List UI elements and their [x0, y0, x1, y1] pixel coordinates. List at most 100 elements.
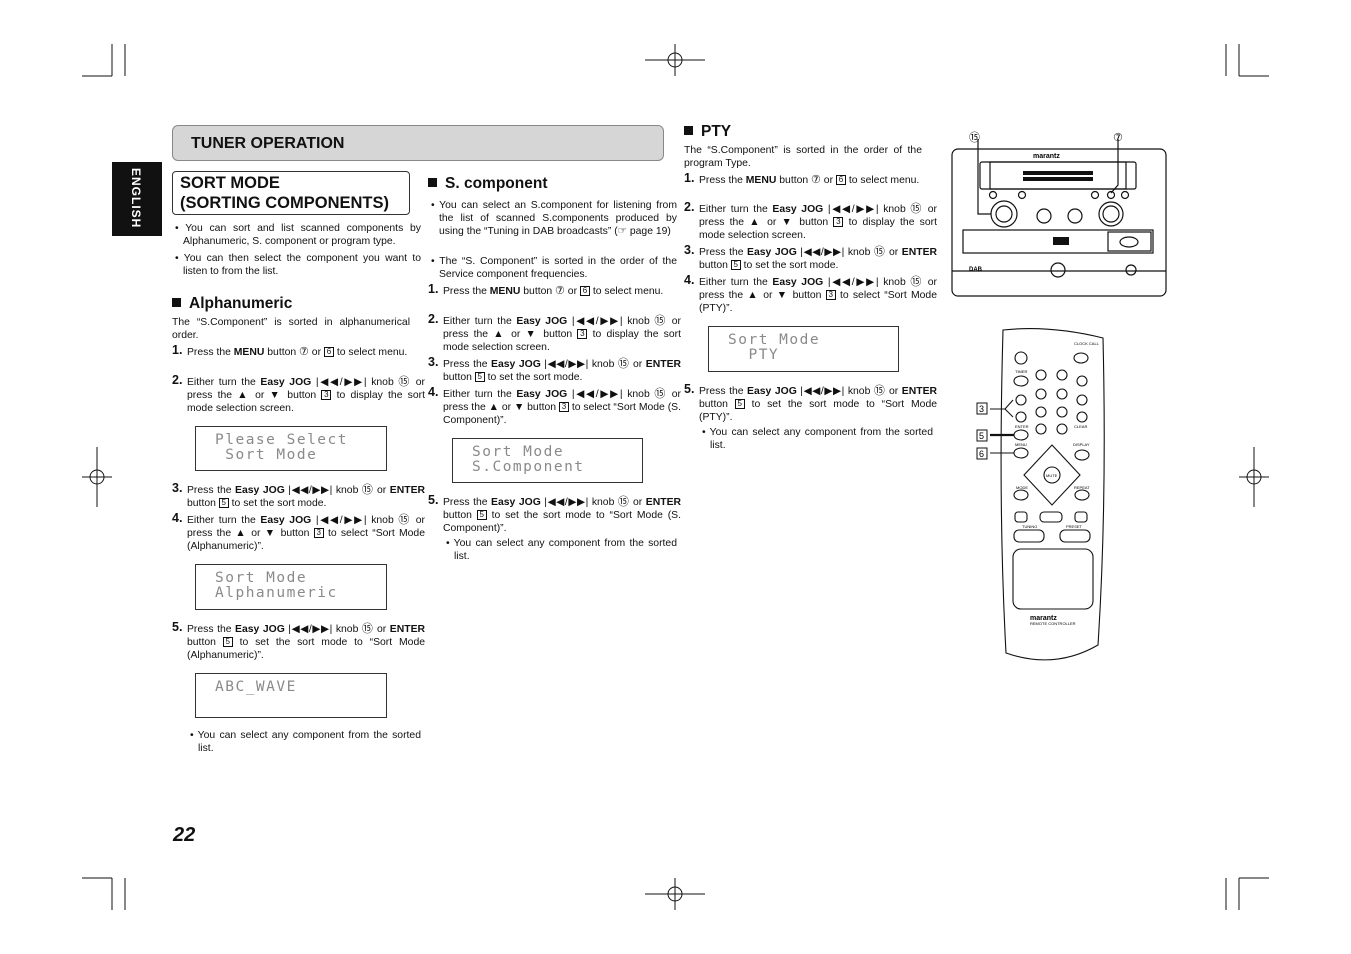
callout-number: ⑮	[617, 496, 630, 508]
text-run: button	[776, 175, 812, 186]
control-name: Easy JOG	[491, 359, 541, 370]
text-run: or	[373, 624, 390, 635]
callout-number: ⑮	[398, 376, 412, 388]
control-name: ENTER	[389, 624, 426, 635]
step-number: 4.	[684, 273, 695, 287]
step-text: Either turn the Easy JOG |◀◀/▶▶| knob ⑮ …	[187, 376, 425, 414]
text-run: Either turn the	[699, 277, 773, 288]
control-name: Easy JOG	[747, 247, 797, 258]
section-header-label: TUNER OPERATION	[191, 135, 345, 152]
callout-number: ⑮	[873, 385, 886, 397]
step-number: 2.	[684, 200, 695, 214]
step-text: Press the Easy JOG |◀◀/▶▶| knob ⑮ or ENT…	[443, 358, 681, 383]
remote-callout-number: 3	[577, 329, 588, 339]
lcd-display: ABC_WAVE	[195, 673, 387, 718]
remote-key-label: DISPLAY	[1073, 442, 1090, 447]
step: 5. Press the Easy JOG |◀◀/▶▶| knob ⑮ or E…	[172, 621, 426, 662]
page-number: 22	[173, 824, 196, 846]
text-run: or	[629, 497, 646, 508]
heading-text: PTY	[701, 123, 732, 140]
callout-7: ⑦	[1113, 131, 1123, 144]
control-name: Easy JOG	[491, 497, 541, 508]
step-text: Press the MENU button ⑦ or 6 to select m…	[187, 346, 407, 358]
text-run: Press the	[699, 247, 748, 258]
step: 4. Either turn the Easy JOG |◀◀/▶▶| knob …	[684, 273, 937, 315]
callout-number: ⑮	[361, 623, 374, 635]
step: 5. Press the Easy JOG |◀◀/▶▶| knob ⑮ or E…	[428, 494, 681, 535]
main-unit-illustration: marantz ⑮ ⑦ DAB	[951, 131, 1167, 297]
remote-key-label: REPEAT	[1074, 485, 1090, 490]
callout-number: ⑮	[910, 276, 924, 288]
text-run: |◀◀/▶▶| knob	[284, 624, 362, 635]
step-text: Press the MENU button ⑦ or 6 to select m…	[443, 285, 664, 297]
step-number: 4.	[172, 511, 183, 525]
text-run: Either turn the	[187, 377, 261, 388]
text-run: |◀◀/▶▶| knob	[567, 389, 655, 400]
remote-callout-number: 3	[321, 390, 332, 400]
text-run: Press the	[187, 347, 234, 358]
text-run: |◀◀/▶▶| knob	[823, 204, 911, 215]
step-text: Either turn the Easy JOG |◀◀/▶▶| knob ⑮ …	[699, 276, 937, 314]
step: 2. Either turn the Easy JOG |◀◀/▶▶| knob …	[428, 313, 681, 354]
text-run: button	[443, 372, 475, 383]
remote-key-label: CLEAR	[1074, 424, 1087, 429]
step-text: Press the Easy JOG |◀◀/▶▶| knob ⑮ or ENT…	[187, 623, 426, 661]
remote-callout-number: 5	[474, 372, 485, 382]
callout-number: ⑦	[299, 346, 309, 358]
callout-number: ⑮	[361, 484, 374, 496]
page-title-line2: (SORTING COMPONENTS)	[180, 194, 389, 212]
lcd-display: Please Select Sort Mode	[195, 426, 387, 471]
control-name: Easy JOG	[747, 386, 797, 397]
lcd-display: Sort Mode S.Component	[452, 438, 643, 483]
remote-callout-number: 5	[730, 260, 741, 270]
text-run: to set the sort mode.	[740, 260, 839, 271]
dab-logo: DAB	[969, 267, 983, 273]
step-text: Either turn the Easy JOG |◀◀/▶▶| knob ⑮ …	[443, 315, 681, 353]
step-number: 1.	[684, 171, 695, 185]
remote-callout-number: 6	[835, 175, 846, 185]
lcd-display: Sort Mode PTY	[708, 326, 899, 372]
text-run: |◀◀/▶▶| knob	[311, 515, 399, 526]
step-number: 1.	[428, 282, 439, 296]
page-title: SORT MODE (SORTING COMPONENTS)	[172, 171, 410, 215]
text-run: to select menu.	[589, 286, 664, 297]
remote-key-label: ENTER	[1015, 424, 1029, 429]
text-run: button	[187, 637, 223, 648]
remote-callout-number: 3	[825, 290, 836, 300]
step-number: 4.	[428, 385, 439, 399]
text-run: |◀◀/▶▶| knob	[311, 377, 399, 388]
step-text: Either turn the Easy JOG |◀◀/▶▶| knob ⑮ …	[699, 203, 937, 241]
control-name: Easy JOG	[772, 204, 824, 215]
note: • You can select any component from the …	[702, 427, 933, 451]
text-run: to select menu.	[845, 175, 920, 186]
heading-text: S. component	[445, 175, 548, 192]
remote-key-label: CLOCK CALL	[1074, 341, 1100, 346]
control-name: MENU	[489, 286, 521, 297]
remote-key-label: TIMER	[1015, 369, 1028, 374]
step: 3. Press the Easy JOG |◀◀/▶▶| knob ⑮ or E…	[172, 482, 425, 510]
control-name: MENU	[745, 175, 777, 186]
brand-logo: marantz	[1030, 615, 1057, 622]
remote-callout-number: 3	[313, 528, 324, 538]
callout-number: ⑮	[398, 514, 412, 526]
callout-number: ⑮	[910, 203, 924, 215]
step-text: Press the Easy JOG |◀◀/▶▶| knob ⑮ or ENT…	[699, 385, 938, 423]
text-run: button	[187, 498, 219, 509]
brand-logo: marantz	[1033, 153, 1060, 160]
remote-callout-number: 3	[558, 402, 569, 412]
square-bullet-icon	[684, 126, 693, 135]
remote-callout-number: 5	[218, 498, 229, 508]
step: 1. Press the MENU button ⑦ or 6 to select…	[684, 171, 937, 187]
heading-text: Alphanumeric	[189, 295, 293, 312]
text-run: to set the sort mode.	[228, 498, 327, 509]
language-tab: ENGLISH	[112, 162, 162, 236]
remote-callout-number: 5	[222, 637, 233, 647]
remote-callout-number: 6	[323, 347, 334, 357]
text-run: |◀◀/▶▶| knob	[567, 316, 655, 327]
text-run: Either turn the	[443, 316, 517, 327]
remote-key-label: PRESET	[1066, 524, 1083, 529]
step-text: Press the Easy JOG |◀◀/▶▶| knob ⑮ or ENT…	[699, 246, 937, 271]
control-name: Easy JOG	[516, 316, 568, 327]
control-name: ENTER	[901, 386, 938, 397]
text-run: or	[885, 386, 902, 397]
